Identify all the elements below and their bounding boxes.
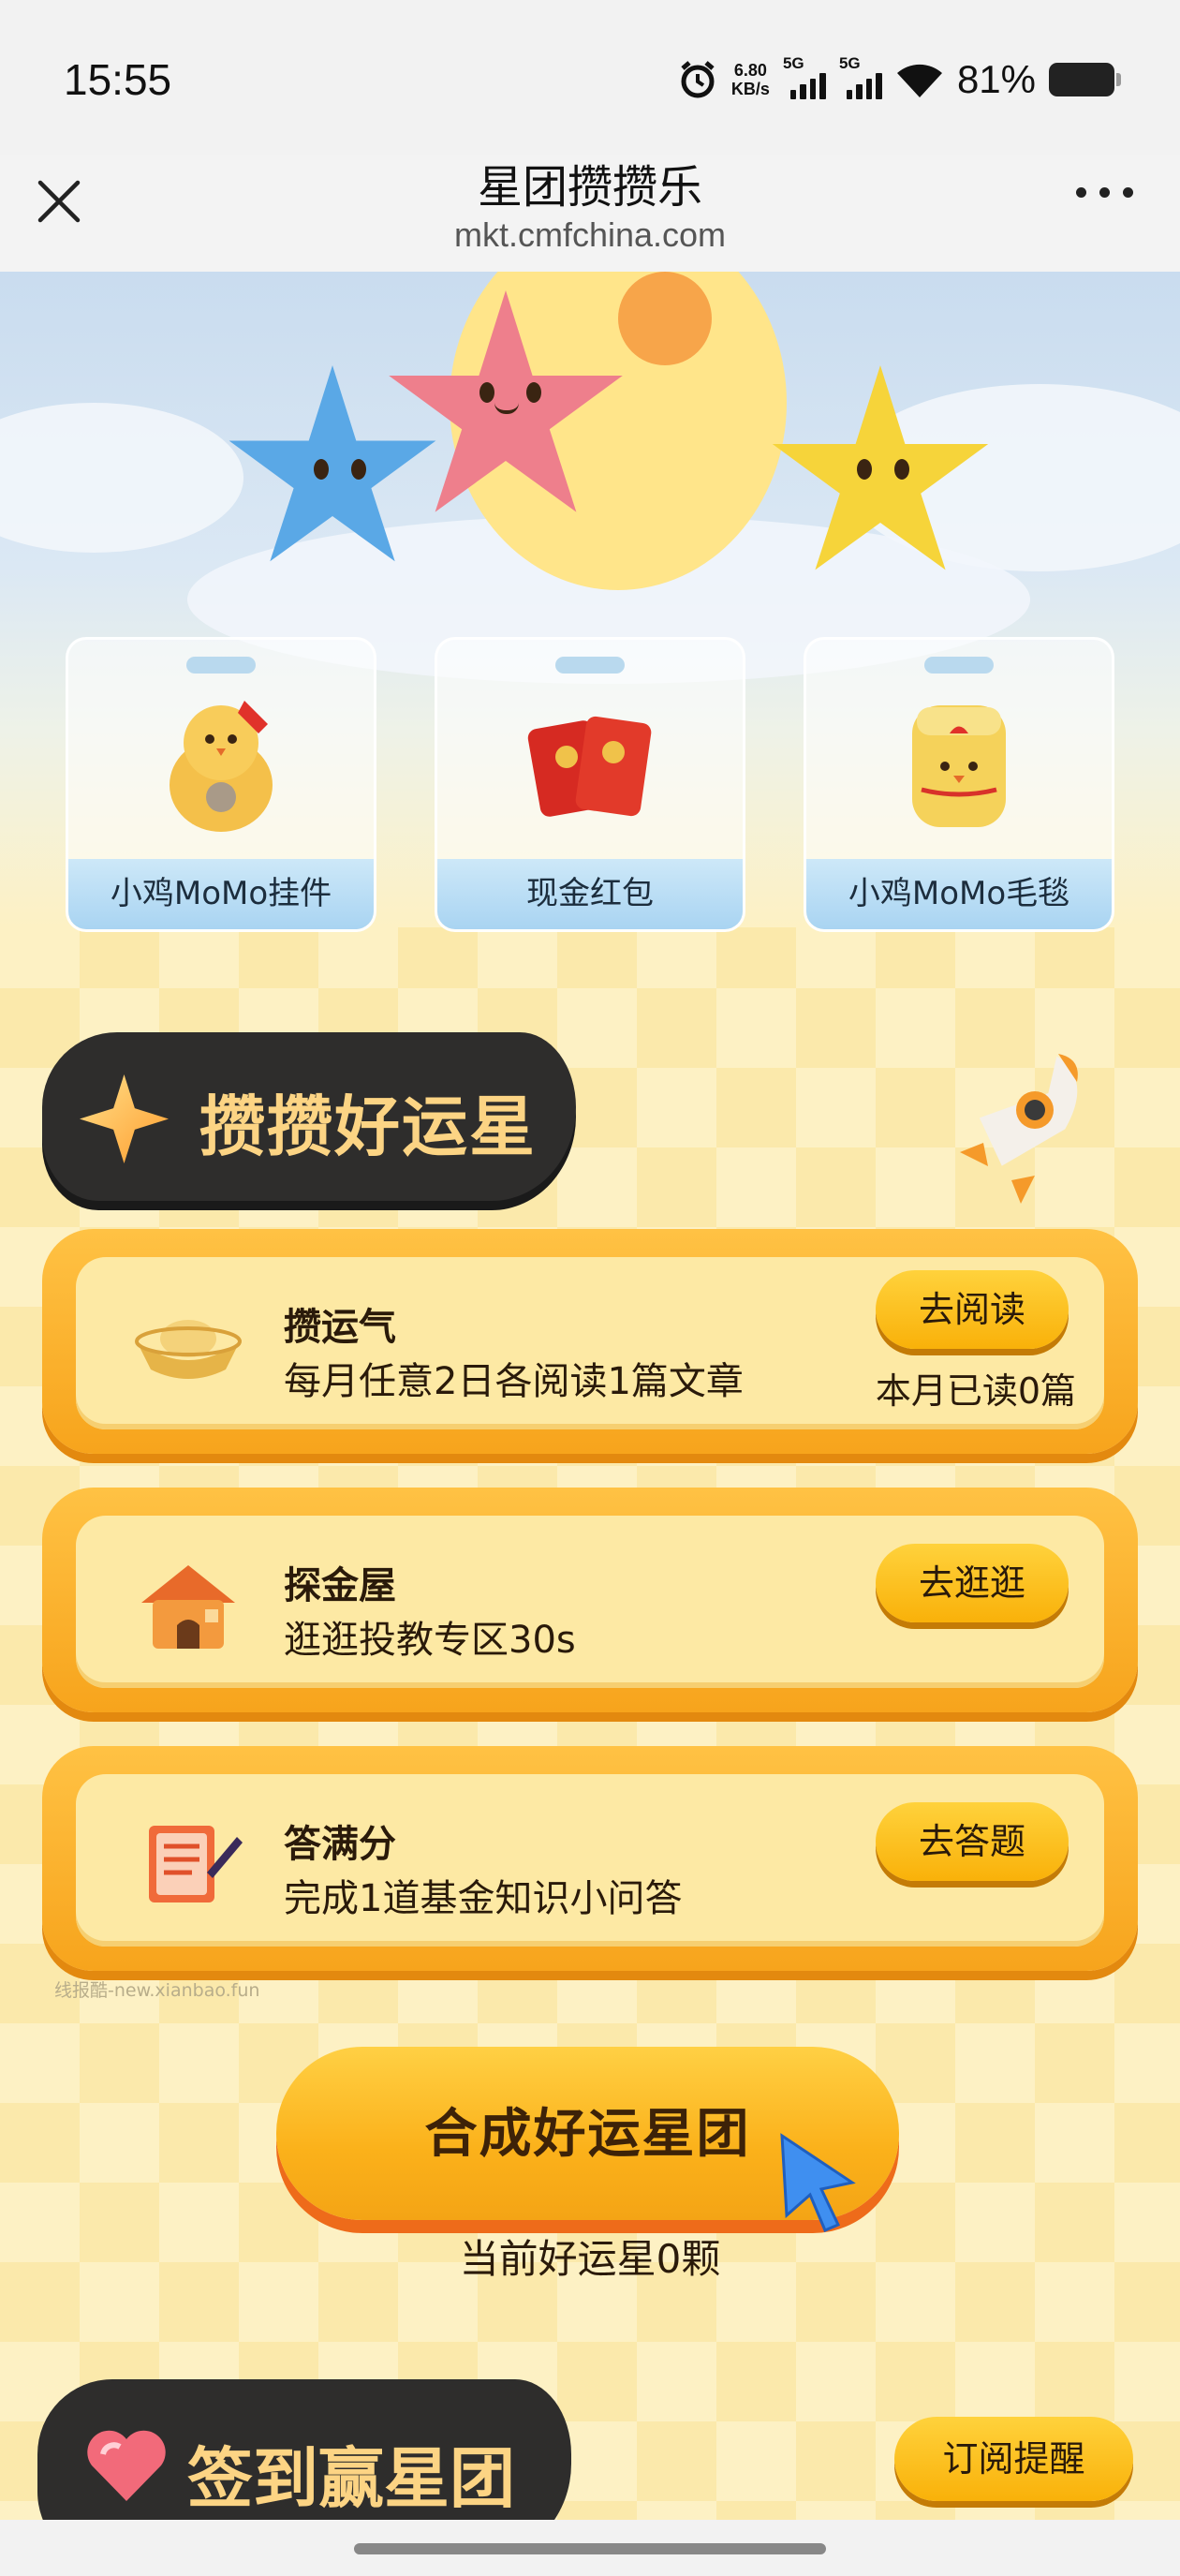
section-title: 签到赢星团 (187, 2440, 515, 2517)
task-card-read: 攒运气 每月任意2日各阅读1篇文章 去阅读 本月已读0篇 (42, 1229, 1138, 1454)
wifi-icon (896, 64, 942, 97)
rocket-icon (960, 1054, 1078, 1204)
read-count-note: 本月已读0篇 (875, 1370, 1076, 1412)
go-browse-button[interactable]: 去逛逛 (876, 1544, 1069, 1622)
page-title: 星团攒攒乐 (477, 161, 702, 214)
task-card-browse: 探金屋 逛逛投教专区30s 去逛逛 (42, 1488, 1138, 1712)
prize-card-pendant[interactable]: 小鸡MoMo挂件 (66, 637, 376, 932)
status-time: 15:55 (64, 55, 172, 104)
cursor-icon (780, 2133, 856, 2232)
chick-pendant-icon (170, 701, 273, 832)
page-content: 小鸡MoMo挂件 现金红包 小鸡MoMo毛毯 攒攒好运星 攒运气 每月任意2日各… (0, 272, 1180, 2520)
scroll-icon (149, 1826, 243, 1902)
status-bar: 15:55 6.80 KB/s 5G 5G 81% (0, 0, 1180, 155)
star-count-text: 当前好运星0颗 (459, 2236, 721, 2282)
combine-stars-button[interactable]: 合成好运星团 (276, 2047, 899, 2232)
heart-icon (87, 2430, 166, 2501)
home-indicator[interactable] (354, 2543, 826, 2554)
task-title: 攒运气 (284, 1306, 396, 1349)
signal-label-2: 5G (838, 54, 861, 72)
battery-icon (1049, 63, 1121, 96)
signal-icon-1: 5G (783, 54, 826, 99)
status-icons: 6.80 KB/s 5G 5G 81% (677, 52, 1121, 108)
section-title: 攒攒好运星 (199, 1088, 537, 1165)
prize-card-blanket[interactable]: 小鸡MoMo毛毯 (804, 637, 1114, 932)
signal-icon-2: 5G (839, 54, 882, 99)
page-url: mkt.cmfchina.com (453, 215, 727, 254)
go-quiz-button[interactable]: 去答题 (876, 1802, 1069, 1881)
network-speed-unit: KB/s (730, 80, 770, 98)
task-description: 每月任意2日各阅读1篇文章 (284, 1360, 744, 1403)
red-envelope-icon (527, 716, 652, 817)
task-card-quiz: 答满分 完成1道基金知识小问答 去答题 (42, 1746, 1138, 1971)
house-icon (141, 1565, 235, 1649)
go-read-button[interactable]: 去阅读 (876, 1270, 1069, 1349)
task-title: 探金屋 (284, 1564, 396, 1607)
prize-label: 小鸡MoMo挂件 (68, 859, 374, 929)
task-description: 逛逛投教专区30s (284, 1619, 576, 1662)
battery-percent: 81% (956, 57, 1036, 101)
task-description: 完成1道基金知识小问答 (284, 1877, 683, 1920)
more-menu-icon[interactable] (1076, 187, 1133, 198)
watermark: 线报酷-new.xianbao.fun (54, 1980, 260, 2001)
section-header-checkin: 签到赢星团 (37, 2379, 571, 2520)
prize-card-red-packet[interactable]: 现金红包 (435, 637, 745, 932)
prize-label: 小鸡MoMo毛毯 (806, 859, 1112, 929)
sparkle-icon (80, 1074, 169, 1163)
section-header-lucky-stars: 攒攒好运星 (42, 1032, 576, 1201)
network-speed-value: 6.80 (733, 61, 767, 80)
alarm-icon (681, 61, 715, 98)
chick-blanket-icon (912, 705, 1006, 827)
subscribe-reminder-button[interactable]: 订阅提醒 (894, 2417, 1133, 2501)
network-speed: 6.80 KB/s (731, 61, 770, 98)
prize-label: 现金红包 (437, 859, 743, 929)
task-title: 答满分 (284, 1823, 396, 1866)
gold-ingot-icon (135, 1320, 242, 1379)
signal-label-1: 5G (782, 54, 804, 72)
